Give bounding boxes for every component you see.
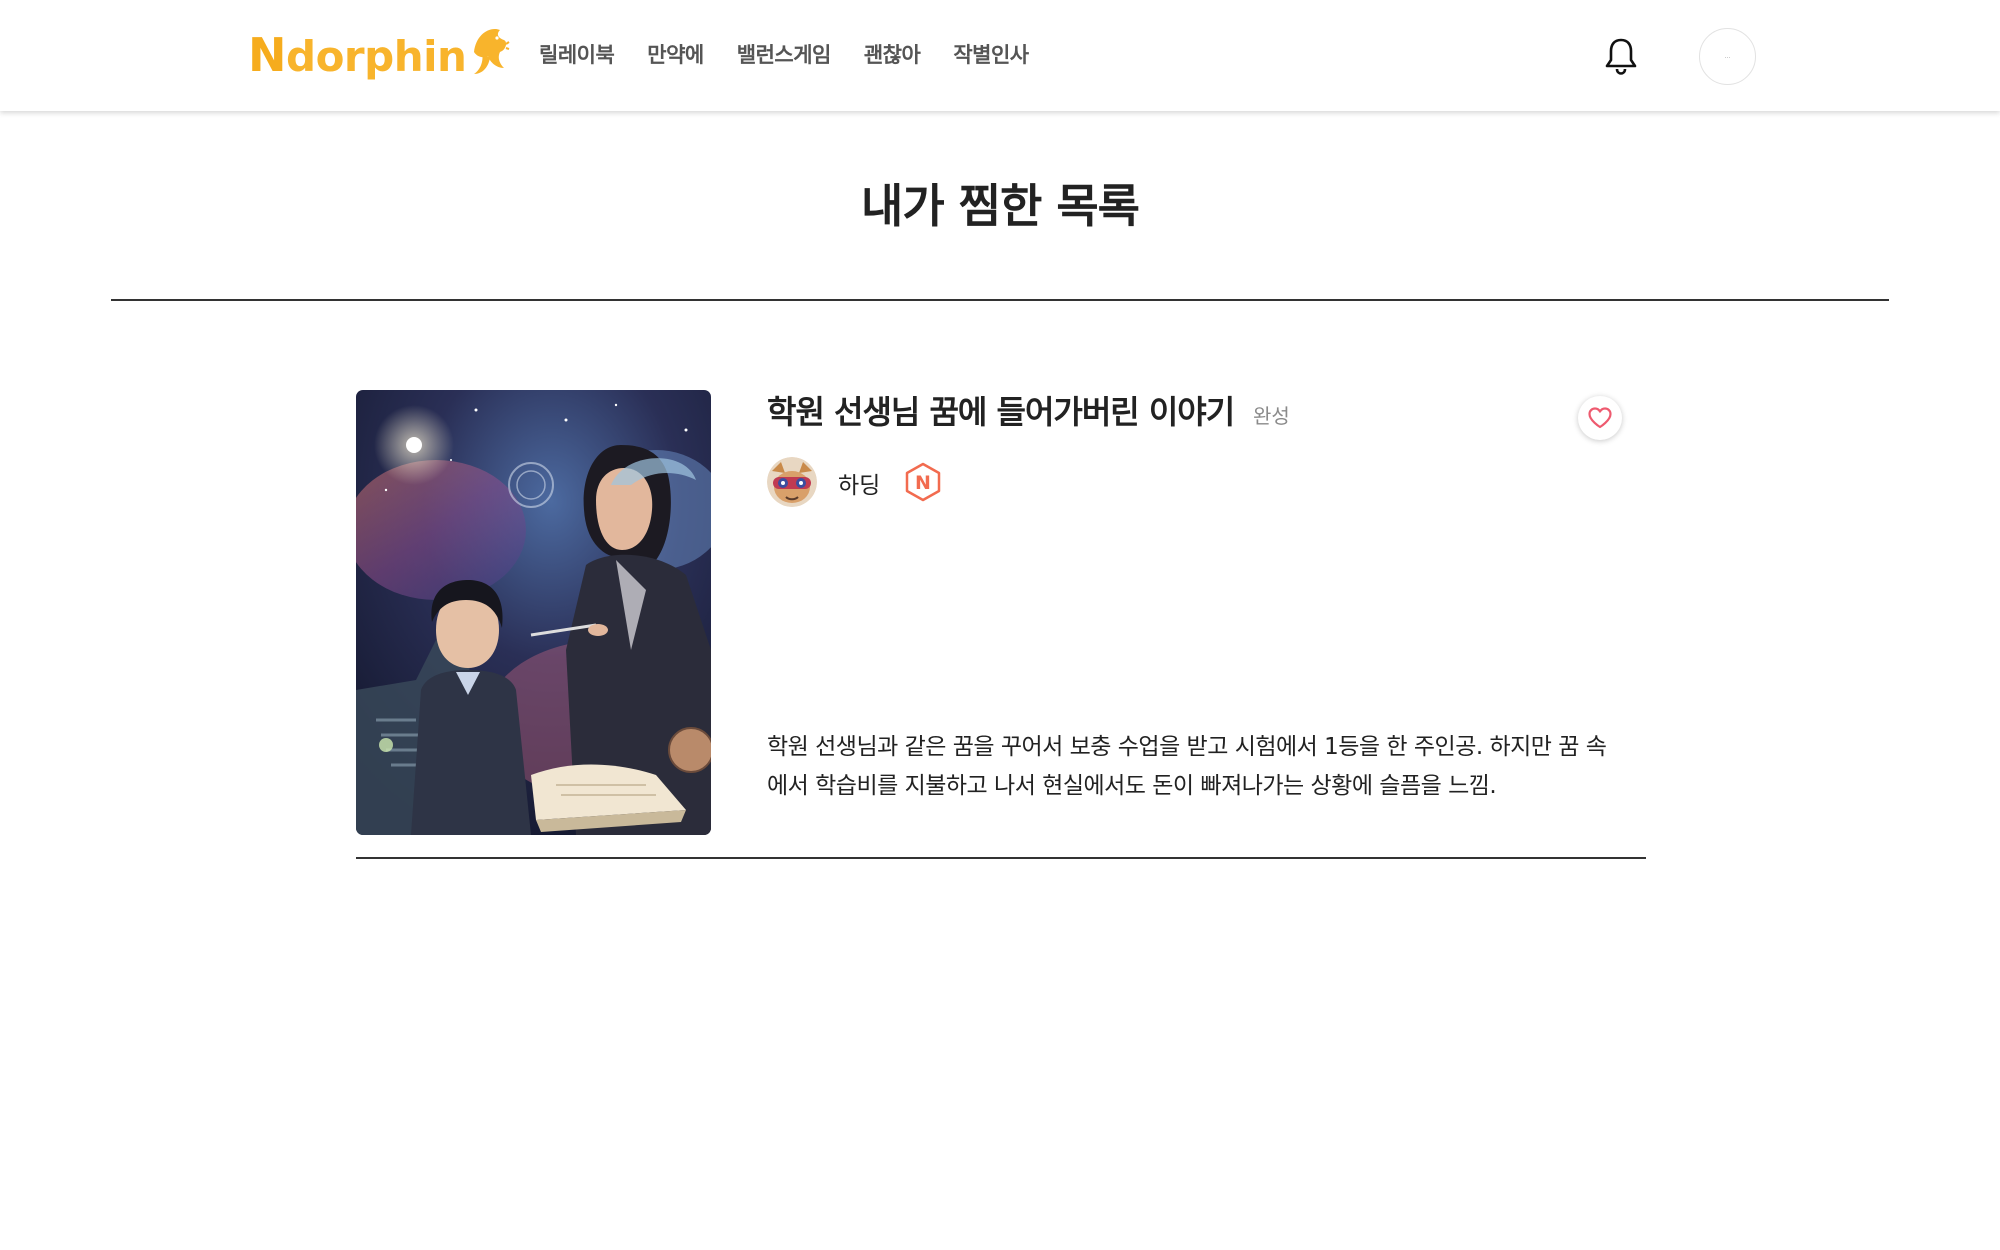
dolphin-icon (474, 28, 510, 74)
story-description: 학원 선생님과 같은 꿈을 꾸어서 보충 수업을 받고 시험에서 1등을 한 주… (767, 734, 1607, 799)
author-avatar[interactable] (767, 457, 817, 507)
nav-relaybook[interactable]: 릴레이북 (539, 38, 615, 72)
badge-letter: N (915, 472, 931, 494)
nav-its-okay[interactable]: 괜찮아 (864, 38, 921, 72)
nav-farewell[interactable]: 작별인사 (953, 38, 1029, 72)
story-title[interactable]: 학원 선생님 꿈에 들어가버린 이야기 (767, 390, 1235, 434)
site-logo[interactable]: Ndorphin (248, 22, 510, 88)
profile-avatar-button[interactable]: ... (1699, 28, 1756, 85)
page-title: 내가 찜한 목록 (861, 179, 1140, 233)
profile-placeholder: ... (1724, 53, 1731, 60)
logo-wordmark: Ndorphin (248, 28, 467, 82)
story-cover-image[interactable] (356, 390, 711, 835)
author-name[interactable]: 하딩 (838, 466, 880, 500)
hexagon-n-badge-icon: N (904, 462, 942, 502)
story-status-badge: 완성 (1253, 404, 1290, 428)
nav-balance-game[interactable]: 밸런스게임 (737, 38, 832, 72)
card-divider (356, 857, 1646, 859)
top-header: Ndorphin 릴레이북 만약에 밸런스게임 괜찮아 작별인사 ... (0, 0, 2000, 111)
bell-icon[interactable] (1604, 36, 1638, 76)
like-button[interactable] (1578, 396, 1622, 440)
title-divider (111, 299, 1889, 301)
main-nav: 릴레이북 만약에 밸런스게임 괜찮아 작별인사 (539, 38, 1062, 72)
nav-whatif[interactable]: 만약에 (647, 38, 704, 72)
liked-story-card[interactable]: 학원 선생님 꿈에 들어가버린 이야기 완성 하딩 N 학원 선생님과 같은 꿈… (356, 390, 1646, 858)
heart-icon (1588, 407, 1612, 429)
